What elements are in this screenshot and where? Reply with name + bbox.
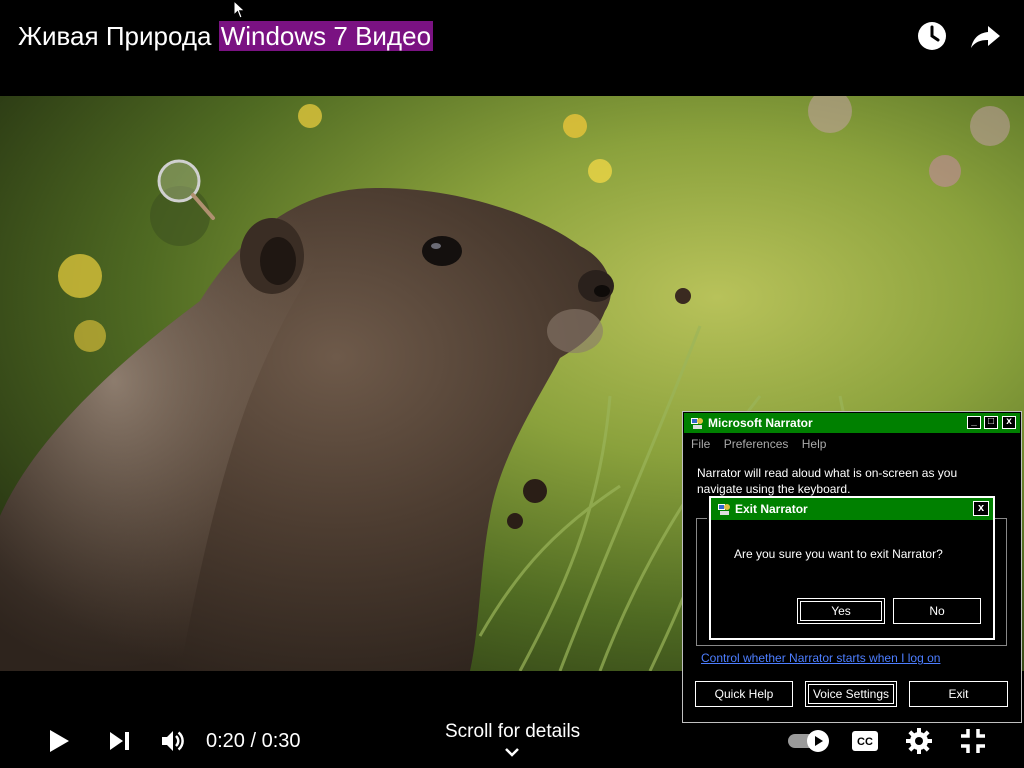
menu-preferences[interactable]: Preferences [724,437,789,451]
narrator-title: Microsoft Narrator [708,416,813,430]
close-button[interactable]: x [1002,416,1016,429]
clock-icon[interactable] [914,18,950,54]
video-title-highlight: Windows 7 Видео [218,21,434,51]
menu-file[interactable]: File [691,437,710,451]
minimize-button[interactable]: _ [967,416,981,429]
maximize-button[interactable]: □ [984,416,998,429]
share-icon[interactable] [968,18,1004,54]
mouse-cursor-icon [233,0,246,19]
exit-narrator-dialog: Exit Narrator x Are you sure you want to… [709,496,995,640]
narrator-menubar: File Preferences Help [691,437,836,451]
exit-button[interactable]: Exit [909,681,1008,707]
menu-help[interactable]: Help [802,437,827,451]
startup-link[interactable]: Control whether Narrator starts when I l… [701,651,940,665]
narrator-titlebar[interactable]: Microsoft Narrator _ □ x [684,413,1020,433]
svg-text:CC: CC [857,736,873,748]
magnifier-icon [157,159,215,220]
playback-time: 0:20 / 0:30 [206,730,301,752]
yes-button[interactable]: Yes [797,598,885,624]
settings-icon[interactable] [905,727,933,755]
exit-dialog-title: Exit Narrator [735,502,808,516]
next-icon[interactable] [108,730,132,752]
chevron-down-icon [505,748,519,757]
exit-fullscreen-icon[interactable] [960,728,986,754]
autoplay-toggle-icon[interactable] [788,729,832,753]
video-title: Живая Природа Windows 7 Видео [18,18,434,54]
narrator-description: Narrator will read aloud what is on-scre… [697,466,958,496]
play-icon[interactable] [45,727,73,755]
video-title-main: Живая Природа [18,21,219,51]
voice-settings-button[interactable]: Voice Settings [805,681,897,707]
volume-icon[interactable] [160,728,186,754]
quick-help-button[interactable]: Quick Help [695,681,793,707]
exit-dialog-message: Are you sure you want to exit Narrator? [734,547,943,561]
captions-icon[interactable]: CC [851,730,879,752]
no-button[interactable]: No [893,598,981,624]
narrator-icon [691,418,703,429]
exit-dialog-close-button[interactable]: x [973,501,989,516]
scroll-for-details[interactable]: Scroll for details [445,721,580,743]
exit-dialog-titlebar[interactable]: Exit Narrator x [711,498,993,520]
narrator-icon [718,504,730,515]
